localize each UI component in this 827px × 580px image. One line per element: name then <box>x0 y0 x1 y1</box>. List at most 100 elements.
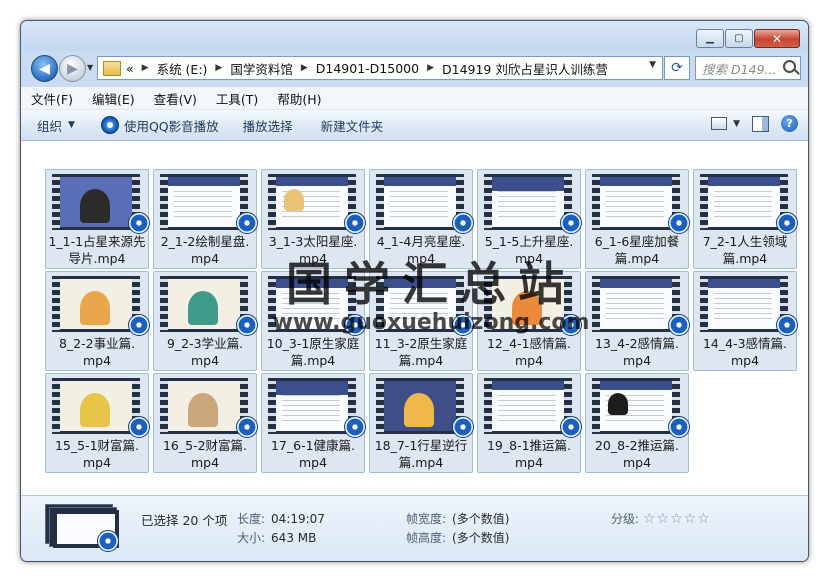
breadcrumb-separator-icon[interactable]: ▶ <box>142 63 149 73</box>
video-thumbnail <box>592 378 680 434</box>
file-item[interactable]: 1_1-1占星来源先 导片.mp4 <box>45 169 150 269</box>
breadcrumb-separator-icon[interactable]: ▶ <box>215 63 222 73</box>
file-name-line-2: mp4 <box>190 455 220 470</box>
file-name: 1_1-1占星来源先 导片.mp4 <box>46 233 148 267</box>
minimize-button[interactable]: ▁ <box>696 29 724 48</box>
address-dropdown-icon[interactable]: ▼ <box>649 60 656 70</box>
play-with-qq-button[interactable]: 使用QQ影音播放 <box>100 116 219 135</box>
breadcrumb-drive[interactable]: 系统 (E:) <box>157 59 208 78</box>
file-name: 5_1-5上升星座. mp4 <box>478 233 580 267</box>
file-item[interactable]: 2_1-2绘制星盘. mp4 <box>153 169 258 269</box>
file-item[interactable]: 14_4-3感情篇. mp4 <box>693 271 798 371</box>
new-folder-button[interactable]: 新建文件夹 <box>321 116 384 135</box>
selection-stack-thumbnail <box>45 504 123 552</box>
file-name-line-2: 篇.mp4 <box>398 455 444 470</box>
file-item[interactable]: 10_3-1原生家庭 篇.mp4 <box>261 271 366 371</box>
media-reel-icon <box>560 314 582 336</box>
video-thumbnail <box>376 174 464 230</box>
search-input[interactable]: 搜索 D149... <box>702 59 780 78</box>
file-name-line-2: mp4 <box>82 353 112 368</box>
file-name-line-2: mp4 <box>622 455 652 470</box>
breadcrumb-current[interactable]: D14919 刘欣占星识人训练营 <box>442 59 608 78</box>
media-reel-icon <box>560 212 582 234</box>
file-name-line-1: 14_4-3感情篇. <box>702 336 788 351</box>
maximize-button[interactable]: ▢ <box>725 29 753 48</box>
media-reel-icon <box>776 314 798 336</box>
play-selection-button[interactable]: 播放选择 <box>243 116 293 135</box>
file-item[interactable]: 17_6-1健康篇. mp4 <box>261 373 366 473</box>
breadcrumb-separator-icon[interactable]: ▶ <box>301 63 308 73</box>
address-bar[interactable]: « ▶ 系统 (E:) ▶ 国学资料馆 ▶ D14901-D15000 ▶ D1… <box>97 56 663 80</box>
menu-tools[interactable]: 工具(T) <box>216 89 258 108</box>
file-name-line-1: 20_8-2推运篇. <box>594 438 680 453</box>
file-name-line-2: mp4 <box>514 455 544 470</box>
frame-width-label: 帧宽度: <box>406 512 447 526</box>
help-icon[interactable]: ? <box>781 115 798 132</box>
breadcrumb-separator-icon[interactable]: ▶ <box>427 63 434 73</box>
video-thumbnail <box>52 174 140 230</box>
file-item[interactable]: 6_1-6星座加餐 篇.mp4 <box>585 169 690 269</box>
breadcrumb-folder-1[interactable]: 国学资料馆 <box>230 59 293 78</box>
search-box[interactable]: 搜索 D149... <box>695 56 801 80</box>
preview-pane-icon[interactable] <box>752 115 769 132</box>
file-name: 18_7-1行星逆行 篇.mp4 <box>370 437 472 471</box>
organize-button[interactable]: 组织 ▼ <box>37 116 75 135</box>
file-item[interactable]: 15_5-1财富篇. mp4 <box>45 373 150 473</box>
size-value: 643 MB <box>271 531 317 545</box>
file-name: 4_1-4月亮星座. mp4 <box>370 233 472 267</box>
file-name-line-1: 5_1-5上升星座. <box>484 234 574 249</box>
file-name: 15_5-1财富篇. mp4 <box>46 437 148 471</box>
media-reel-icon <box>452 212 474 234</box>
file-item[interactable]: 19_8-1推运篇. mp4 <box>477 373 582 473</box>
address-row: ◀ ▶ ▼ « ▶ 系统 (E:) ▶ 国学资料馆 ▶ D14901-D1500… <box>21 51 808 87</box>
menu-edit[interactable]: 编辑(E) <box>92 89 135 108</box>
refresh-button[interactable]: ⟳ <box>664 56 690 80</box>
file-item[interactable]: 7_2-1人生领域 篇.mp4 <box>693 169 798 269</box>
close-button[interactable]: ✕ <box>754 29 800 48</box>
file-item[interactable]: 20_8-2推运篇. mp4 <box>585 373 690 473</box>
file-name-line-1: 10_3-1原生家庭 <box>266 336 360 351</box>
length-value: 04:19:07 <box>271 512 325 526</box>
file-name-line-1: 16_5-2财富篇. <box>162 438 248 453</box>
frame-height-field: 帧高度: (多个数值) <box>406 529 509 546</box>
video-thumbnail <box>52 378 140 434</box>
toolbar-right-group: ▼ ? <box>711 115 798 132</box>
file-item[interactable]: 13_4-2感情篇. mp4 <box>585 271 690 371</box>
file-name: 7_2-1人生领域 篇.mp4 <box>694 233 796 267</box>
details-pane: 已选择 20 个项 长度: 04:19:07 大小: 643 MB 帧宽度: (多个数… <box>21 495 808 561</box>
back-button[interactable]: ◀ <box>31 55 58 82</box>
video-thumbnail <box>268 378 356 434</box>
file-item[interactable]: 12_4-1感情篇. mp4 <box>477 271 582 371</box>
video-thumbnail <box>268 276 356 332</box>
file-name: 13_4-2感情篇. mp4 <box>586 335 688 369</box>
search-icon <box>783 60 796 73</box>
file-name-line-2: mp4 <box>190 353 220 368</box>
file-item[interactable]: 8_2-2事业篇. mp4 <box>45 271 150 371</box>
media-reel-icon <box>97 530 119 552</box>
file-name-line-1: 3_1-3太阳星座. <box>268 234 358 249</box>
file-item[interactable]: 3_1-3太阳星座. mp4 <box>261 169 366 269</box>
file-item[interactable]: 4_1-4月亮星座. mp4 <box>369 169 474 269</box>
file-item[interactable]: 11_3-2原生家庭 篇.mp4 <box>369 271 474 371</box>
forward-button[interactable]: ▶ <box>59 55 86 82</box>
menu-help[interactable]: 帮助(H) <box>277 89 321 108</box>
file-name-line-1: 4_1-4月亮星座. <box>376 234 466 249</box>
file-name-line-1: 1_1-1占星来源先 <box>48 234 146 249</box>
video-thumbnail <box>592 276 680 332</box>
recent-pages-dropdown[interactable]: ▼ <box>87 63 93 72</box>
breadcrumb-folder-2[interactable]: D14901-D15000 <box>316 61 419 76</box>
menu-file[interactable]: 文件(F) <box>31 89 73 108</box>
menu-view[interactable]: 查看(V) <box>154 89 197 108</box>
file-name: 14_4-3感情篇. mp4 <box>694 335 796 369</box>
file-item[interactable]: 9_2-3学业篇. mp4 <box>153 271 258 371</box>
file-name-line-1: 19_8-1推运篇. <box>486 438 572 453</box>
change-view-button[interactable]: ▼ <box>711 117 740 130</box>
file-item[interactable]: 18_7-1行星逆行 篇.mp4 <box>369 373 474 473</box>
file-item[interactable]: 5_1-5上升星座. mp4 <box>477 169 582 269</box>
file-name-line-2: mp4 <box>514 353 544 368</box>
file-name: 10_3-1原生家庭 篇.mp4 <box>262 335 364 369</box>
rating-stars[interactable]: ☆☆☆☆☆ <box>643 511 711 527</box>
root-chevron[interactable]: « <box>126 61 134 76</box>
file-item[interactable]: 16_5-2财富篇. mp4 <box>153 373 258 473</box>
media-reel-icon <box>668 212 690 234</box>
